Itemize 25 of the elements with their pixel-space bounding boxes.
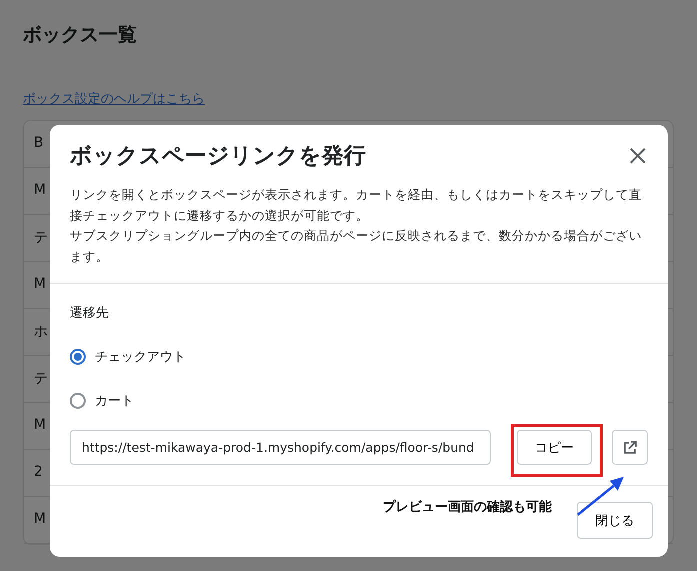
table-cell: M	[34, 511, 46, 527]
radio-icon[interactable]	[70, 393, 86, 409]
modal-title: ボックスページリンクを発行	[70, 143, 366, 171]
table-cell: ホ	[34, 324, 48, 340]
table-cell: 2	[34, 464, 43, 480]
description-text: リンクを開くとボックスページが表示されます。カートを経由、もしくはカートをスキップして直接チェックアウトに遷移するかの選択が可能です。	[70, 186, 643, 224]
close-button[interactable]: 閉じる	[577, 502, 653, 539]
description-text: サブスクリプショングループ内の全ての商品がページに反映されるまで、数分かかる場合がございます。	[70, 227, 643, 266]
table-cell: M	[34, 276, 46, 292]
radio-icon[interactable]	[70, 349, 86, 365]
table-cell: M	[34, 417, 46, 433]
external-link-icon[interactable]	[612, 430, 648, 465]
table-cell: テ	[34, 230, 48, 246]
annotation-text: プレビュー画面の確認も可能	[383, 498, 552, 516]
radio-option[interactable]: チェックアウト	[70, 348, 186, 366]
radio-option[interactable]: カート	[70, 392, 134, 410]
page-title: ボックス一覧	[23, 23, 138, 48]
table-cell: B	[34, 135, 44, 151]
table-cell: M	[34, 182, 46, 198]
annotation-arrow	[577, 477, 624, 516]
copy-button[interactable]: コピー	[517, 430, 592, 465]
url-field[interactable]: https://test-mikawaya-prod-1.myshopify.com/apps/floor-s/bund	[70, 430, 492, 465]
table-cell: テ	[34, 371, 48, 387]
close-icon[interactable]	[628, 146, 648, 166]
destination-label: 遷移先	[70, 305, 110, 322]
